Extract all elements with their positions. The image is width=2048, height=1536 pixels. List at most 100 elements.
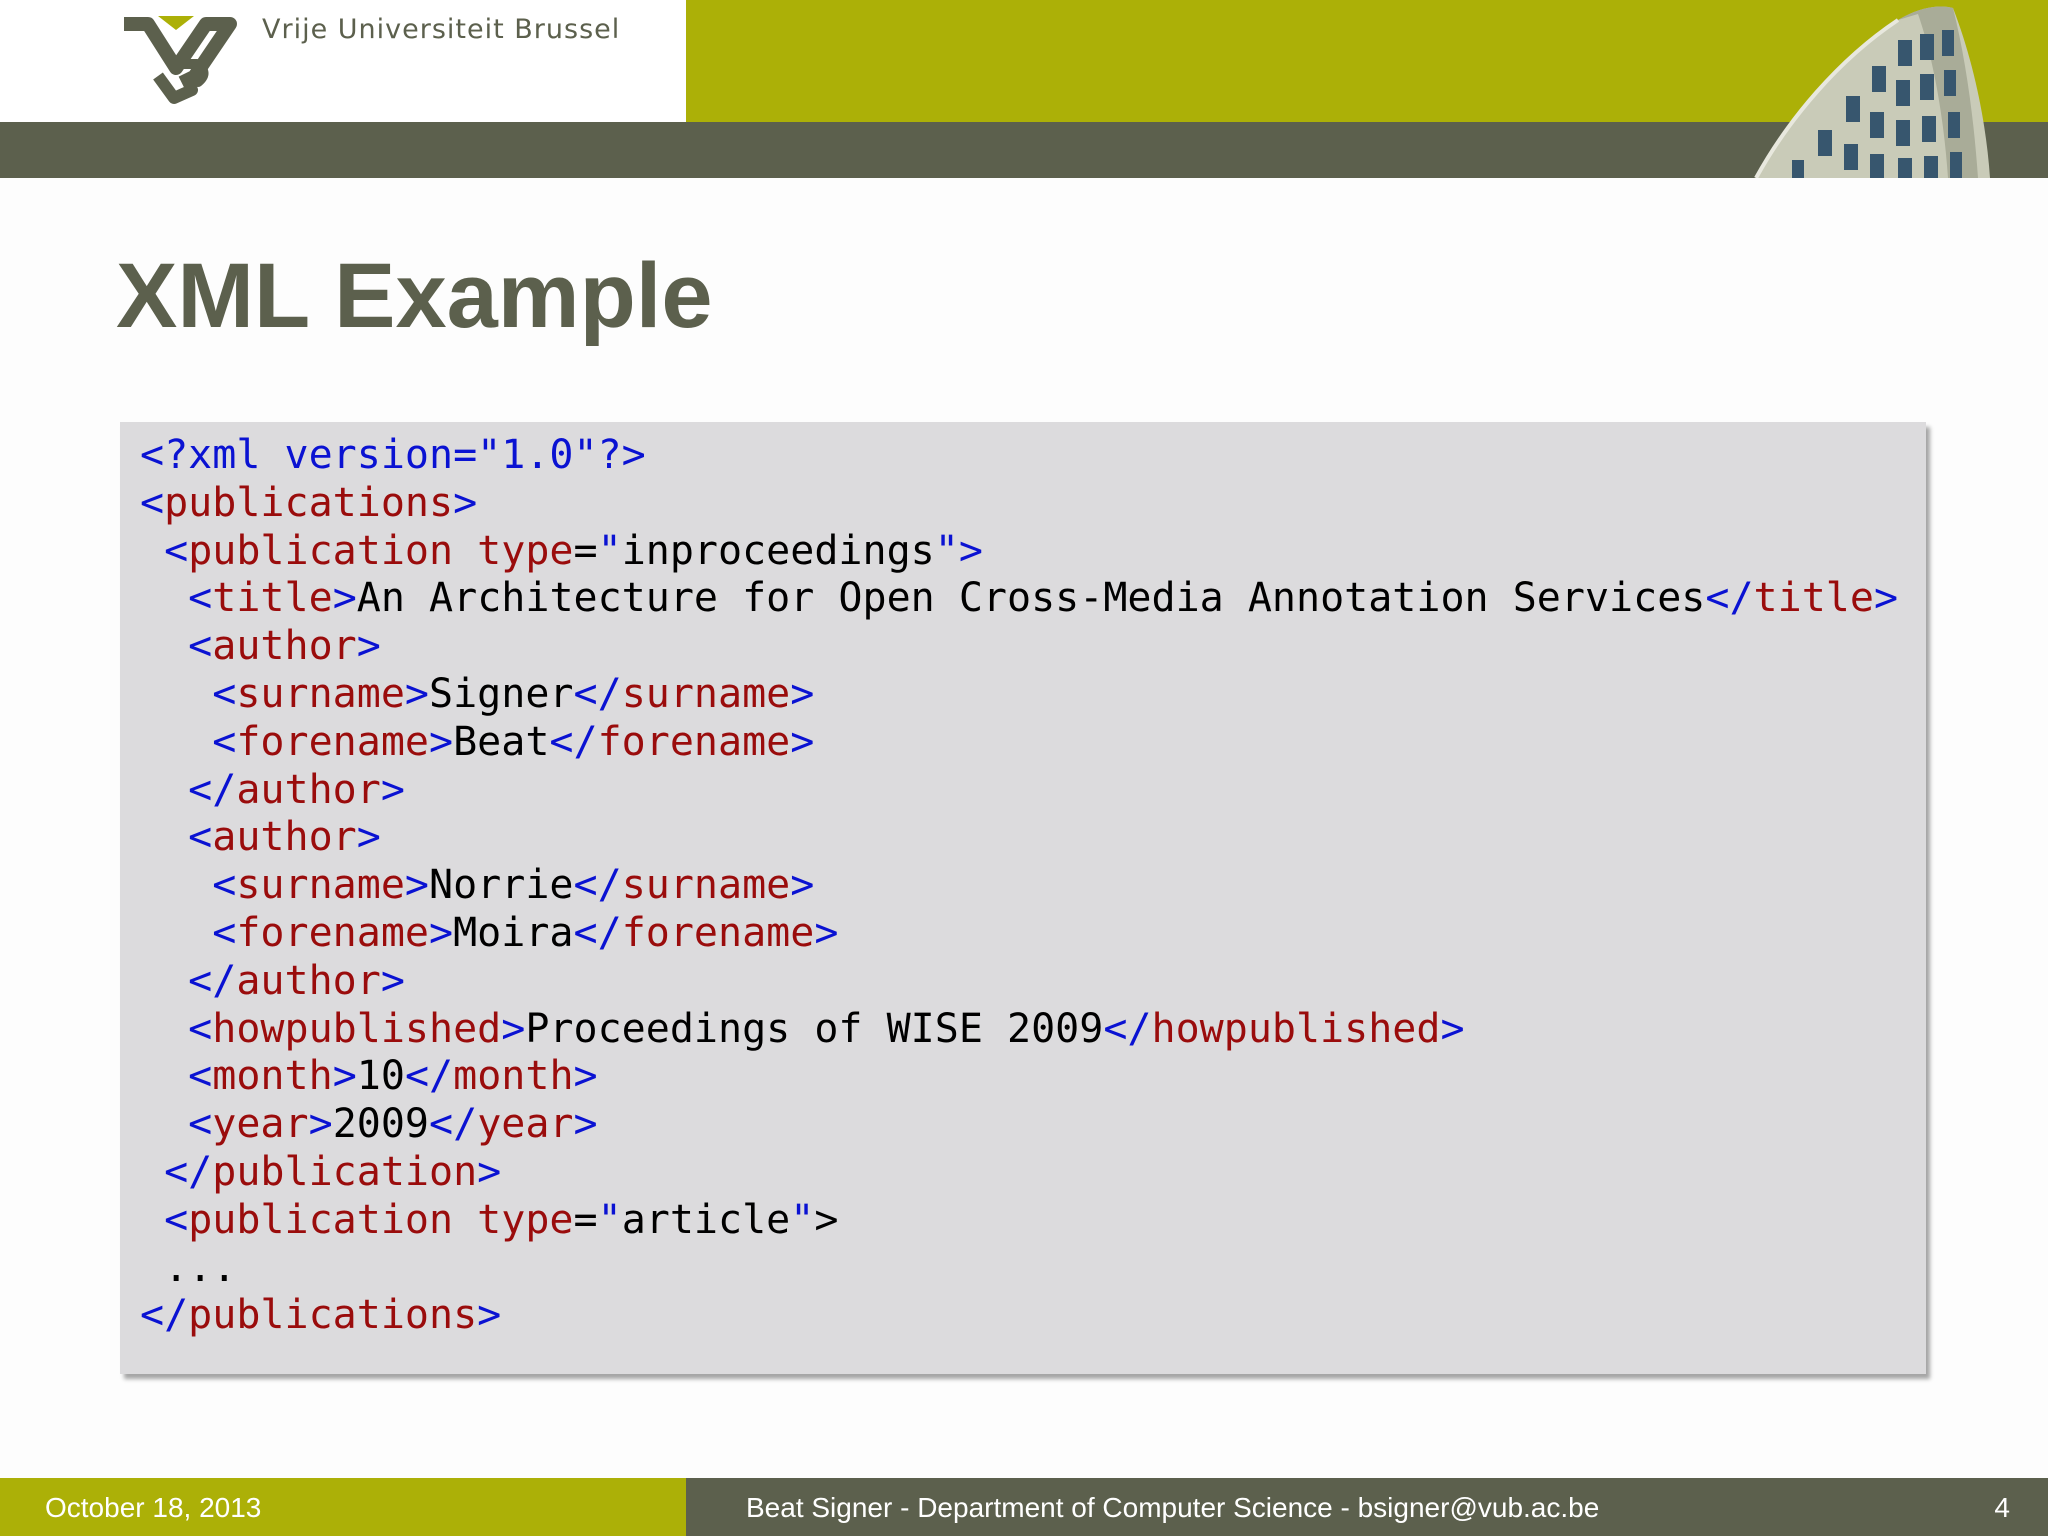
code-token: > [814,1196,839,1243]
code-token: author [236,766,381,813]
code-token: > [573,1053,598,1100]
code-token: < [140,479,165,526]
code-token: > [1873,575,1899,622]
code-token: 2009 [332,1101,430,1148]
code-token: < [212,670,237,717]
code-token: </ [404,1053,454,1100]
code-token: An Architecture for Open Cross-Media Ann… [356,575,1706,622]
code-token: surname [236,862,405,909]
code-token: Signer [429,670,574,717]
code-token: howpublished [212,1005,502,1052]
code-token: " [597,527,622,574]
code-token: </ [188,766,237,813]
code-token: Moira [453,909,574,956]
code-token: < [188,575,213,622]
code-token: forename [236,718,429,765]
code-token: </ [573,670,622,717]
code-token: " [597,1196,622,1243]
page-number: 4 [1994,1492,2010,1523]
code-token: forename [597,718,791,765]
code-token: </ [188,957,237,1004]
code-line: <author> [140,814,1898,862]
code-line: ... [140,1245,1898,1293]
code-line: <title>An Architecture for Open Cross-Me… [140,575,1898,623]
code-token: ... [140,1244,237,1291]
code-token: publication [212,1148,478,1195]
code-token: > [453,479,478,526]
code-token: > [380,766,405,813]
code-token: </ [1705,575,1754,622]
code-token: < [188,623,213,670]
code-token: </ [573,909,622,956]
code-token: > [332,575,357,622]
code-token: publications [188,1292,478,1339]
code-token: surname [621,862,791,909]
code-line: <publication type="article"> [140,1197,1898,1245]
code-token: </ [164,1148,213,1195]
code-token: = [573,527,598,574]
code-token: month [453,1053,574,1100]
building-photo [1754,6,1990,178]
code-token: < [212,718,237,765]
code-line: <forename>Moira</forename> [140,910,1898,958]
code-token: > [429,718,454,765]
code-token: publications [164,479,454,526]
code-token: Norrie [429,862,574,909]
code-token: > [429,909,454,956]
code-token: publication type [188,527,574,574]
code-token: < [188,1005,213,1052]
code-token: publication type [188,1196,574,1243]
code-line: <publication type="inproceedings"> [140,528,1898,576]
code-line: <surname>Norrie</surname> [140,862,1898,910]
code-line: <forename>Beat</forename> [140,719,1898,767]
code-token: </ [1103,1005,1152,1052]
code-token: surname [621,670,791,717]
code-line: <month>10</month> [140,1053,1898,1101]
code-token: > [477,1148,502,1195]
code-token: < [188,1053,213,1100]
code-token: > [814,909,839,956]
code-token: article [621,1196,791,1243]
code-token: Beat [453,718,550,765]
code-token: > [573,1101,598,1148]
code-token: = [573,1196,598,1243]
code-token: inproceedings [621,527,935,574]
code-token: "> [934,527,983,574]
code-token: forename [621,909,815,956]
footer-date: October 18, 2013 [45,1492,262,1523]
code-line: </publications> [140,1292,1898,1340]
code-token: </ [573,862,622,909]
code-token: > [332,1053,357,1100]
code-token: 10 [356,1053,405,1100]
code-token: > [790,862,815,909]
code-token: year [477,1101,574,1148]
code-token: howpublished [1151,1005,1441,1052]
code-line: </author> [140,767,1898,815]
code-token: author [212,814,357,861]
footer-author-info: Beat Signer - Department of Computer Sci… [746,1492,1600,1523]
code-token: title [1753,575,1874,622]
code-token: " [790,1196,815,1243]
code-line: <howpublished>Proceedings of WISE 2009</… [140,1006,1898,1054]
slide: Vrije Universiteit Brussel XML Example <… [0,0,2048,1536]
code-token: Proceedings of WISE 2009 [525,1005,1104,1052]
code-token: < [212,862,237,909]
university-name: Vrije Universiteit Brussel [262,14,621,45]
code-line: </publication> [140,1149,1898,1197]
code-token: > [477,1292,502,1339]
xml-code-listing: <?xml version="1.0"?> <publications> <pub… [140,432,1898,1340]
code-token: title [212,575,333,622]
slide-title: XML Example [116,245,713,347]
code-token: < [164,1196,189,1243]
code-line: <author> [140,623,1898,671]
code-token: < [188,1101,213,1148]
code-token: < [212,909,237,956]
code-token: surname [236,670,405,717]
